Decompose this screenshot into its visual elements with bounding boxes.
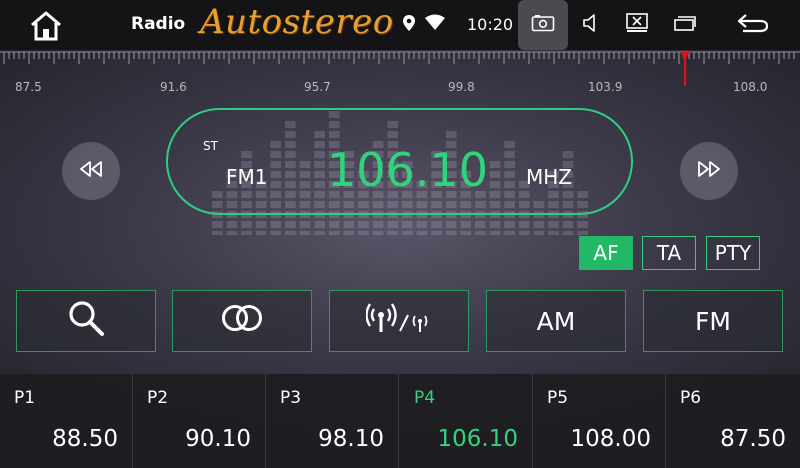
tuner-scale[interactable]: 87.5 91.6 95.7 99.8 103.9 108.0: [0, 50, 800, 98]
preset-5[interactable]: P5 108.00: [533, 374, 666, 468]
seek-back-button[interactable]: [62, 142, 120, 200]
preset-name: P2: [147, 388, 169, 408]
preset-name: P4: [414, 388, 436, 408]
af-toggle[interactable]: AF: [579, 236, 633, 270]
fast-forward-icon: [695, 160, 723, 182]
preset-1[interactable]: P1 88.50: [0, 374, 133, 468]
screenshot-icon: [531, 14, 555, 36]
volume-button[interactable]: [566, 0, 616, 50]
preset-frequency: 90.10: [185, 426, 251, 452]
preset-name: P5: [547, 388, 569, 408]
preset-bar: P1 88.50 P2 90.10 P3 98.10 P4 106.10 P5 …: [0, 374, 800, 468]
stereo-button[interactable]: [172, 290, 312, 352]
preset-frequency: 88.50: [52, 426, 118, 452]
stereo-rings-icon: [218, 303, 266, 339]
recent-apps-icon: [674, 15, 696, 35]
am-band-button[interactable]: AM: [486, 290, 626, 352]
local-distance-signal-icon: [365, 301, 432, 341]
scale-label: 108.0: [733, 80, 768, 94]
frequency-value: 106.10: [327, 143, 488, 197]
scale-ticks: [0, 51, 800, 86]
brand-logo: Autostereo: [200, 2, 394, 42]
preset-name: P6: [680, 388, 702, 408]
location-icon: [402, 14, 422, 32]
ta-toggle[interactable]: TA: [642, 236, 696, 270]
preset-name: P3: [280, 388, 302, 408]
band-label: FM1: [226, 165, 268, 189]
search-button[interactable]: [16, 290, 156, 352]
recent-apps-button[interactable]: [660, 0, 710, 50]
preset-4[interactable]: P4 106.10: [400, 374, 533, 468]
clock: 10:20: [467, 15, 514, 34]
preset-frequency: 106.10: [437, 426, 518, 452]
scale-label: 91.6: [160, 80, 187, 94]
search-icon: [66, 298, 106, 344]
preset-3[interactable]: P3 98.10: [266, 374, 399, 468]
back-icon: [736, 13, 770, 37]
status-bar: Radio Autostereo 10:20: [0, 0, 800, 50]
seek-forward-button[interactable]: [680, 142, 738, 200]
preset-frequency: 98.10: [318, 426, 384, 452]
local-distance-button[interactable]: [329, 290, 469, 352]
preset-frequency: 108.00: [570, 426, 651, 452]
close-app-button[interactable]: [612, 0, 662, 50]
home-icon[interactable]: [28, 10, 64, 42]
frequency-unit: MHZ: [526, 165, 572, 189]
stereo-indicator: ST: [203, 139, 218, 153]
preset-6[interactable]: P6 87.50: [666, 374, 800, 468]
close-window-icon: [626, 13, 648, 37]
screenshot-button[interactable]: [518, 0, 568, 50]
scale-label: 87.5: [15, 80, 42, 94]
pty-toggle[interactable]: PTY: [706, 236, 760, 270]
app-title: Radio: [131, 14, 186, 34]
scale-label: 103.9: [588, 80, 623, 94]
preset-name: P1: [14, 388, 36, 408]
fm-band-button[interactable]: FM: [643, 290, 783, 352]
scale-label: 99.8: [448, 80, 475, 94]
back-button[interactable]: [728, 0, 778, 50]
scale-label: 95.7: [304, 80, 331, 94]
preset-2[interactable]: P2 90.10: [133, 374, 266, 468]
preset-frequency: 87.50: [720, 426, 786, 452]
rewind-icon: [77, 160, 105, 182]
volume-icon: [582, 13, 600, 37]
wifi-icon: [424, 14, 448, 32]
